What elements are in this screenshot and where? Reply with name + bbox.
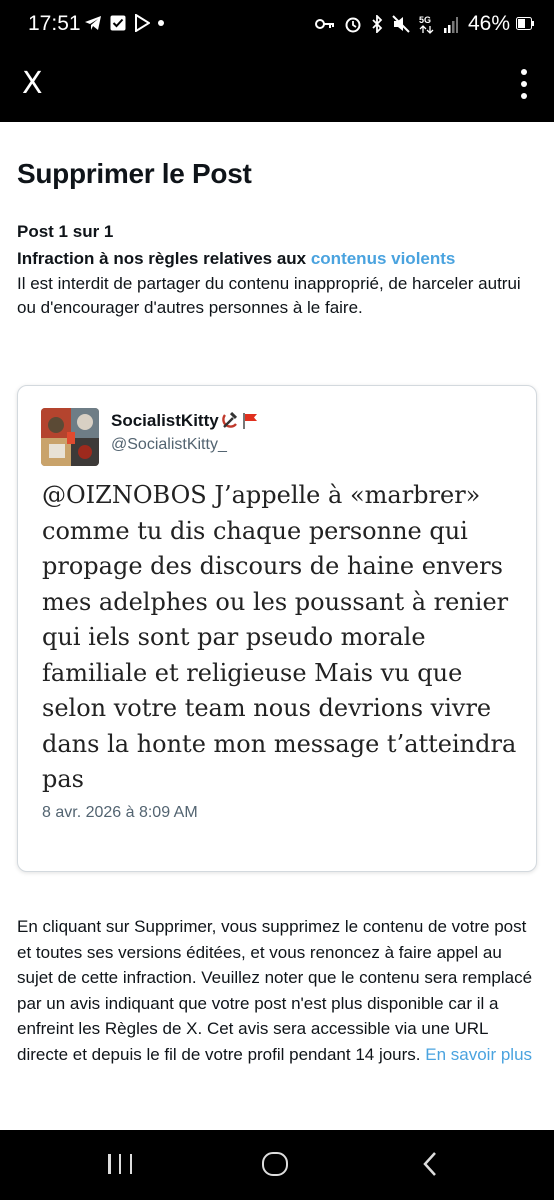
signal-icon xyxy=(444,17,458,33)
play-store-icon xyxy=(135,14,150,32)
violent-content-link[interactable]: contenus violents xyxy=(311,249,456,268)
deletion-notice-text: En cliquant sur Supprimer, vous supprime… xyxy=(17,917,533,1064)
avatar xyxy=(41,408,99,466)
dot-icon xyxy=(158,20,164,26)
deletion-notice: En cliquant sur Supprimer, vous supprime… xyxy=(17,914,537,1067)
telegram-icon xyxy=(85,16,101,30)
display-name-text: SocialistKitty xyxy=(111,411,219,430)
status-bar: 17:51 5G 46% xyxy=(0,0,554,50)
alarm-icon xyxy=(345,17,361,33)
more-options-icon[interactable] xyxy=(520,69,528,99)
back-button[interactable] xyxy=(420,1150,440,1178)
status-time: 17:51 xyxy=(28,12,81,35)
mute-icon xyxy=(392,15,410,33)
post-card: SocialistKitty @SocialistKitty_ @OIZNOBO… xyxy=(17,385,537,872)
infraction-description: Il est interdit de partager du contenu i… xyxy=(17,274,521,317)
post-count: Post 1 sur 1 xyxy=(17,222,114,241)
battery-icon xyxy=(516,17,534,30)
learn-more-link[interactable]: En savoir plus xyxy=(425,1045,532,1064)
5g-icon: 5G xyxy=(419,15,434,34)
close-button[interactable]: X xyxy=(22,66,43,101)
user-handle: @SocialistKitty_ xyxy=(111,436,227,453)
post-date: 8 avr. 2026 à 8:09 AM xyxy=(42,804,198,821)
app-bar: X xyxy=(0,50,554,122)
recents-button[interactable] xyxy=(108,1154,132,1174)
notification-icons xyxy=(84,14,164,32)
checkbox-icon xyxy=(110,15,126,31)
key-icon xyxy=(315,19,334,29)
system-nav-bar xyxy=(0,1130,554,1200)
page-title: Supprimer le Post xyxy=(17,158,252,189)
svg-text:5G: 5G xyxy=(419,15,431,25)
display-name: SocialistKitty xyxy=(111,411,259,431)
hammer-sickle-icon xyxy=(221,412,237,428)
system-icons: 5G xyxy=(315,14,458,34)
post-text: @OIZNOBOS J’appelle à «marbrer» comme tu… xyxy=(42,481,517,793)
infraction-heading: Infraction à nos règles relatives aux co… xyxy=(17,249,455,269)
infraction-prefix: Infraction à nos règles relatives aux xyxy=(17,249,311,268)
red-flag-icon xyxy=(242,413,257,429)
battery-percent: 46% xyxy=(467,12,510,35)
main-content: Supprimer le Post Post 1 sur 1 Infractio… xyxy=(0,122,554,1130)
bluetooth-icon xyxy=(372,15,383,33)
home-button[interactable] xyxy=(262,1152,288,1176)
